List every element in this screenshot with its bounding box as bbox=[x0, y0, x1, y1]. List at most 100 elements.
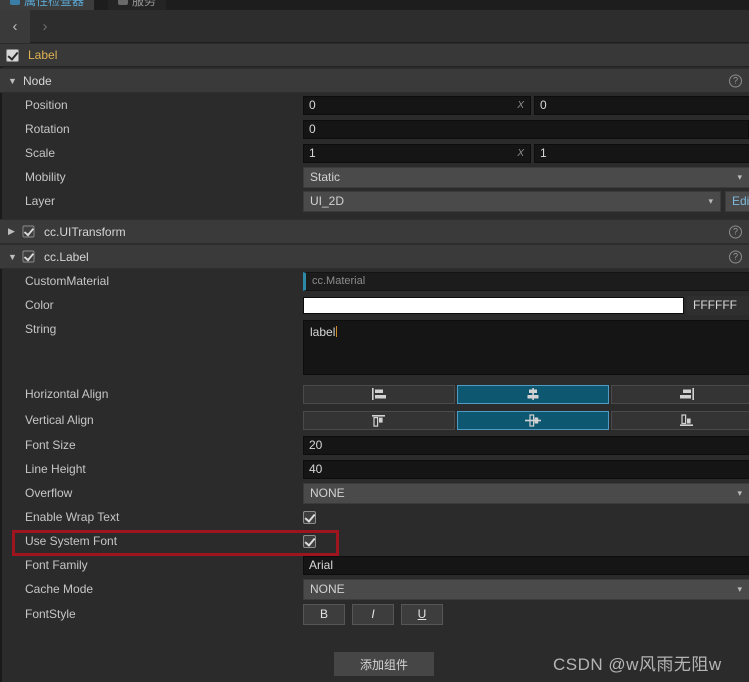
line-height-value: 40 bbox=[309, 462, 323, 476]
property-row-font-size: Font Size 20 bbox=[0, 433, 749, 457]
custom-material-field[interactable]: cc.Material bbox=[303, 271, 749, 291]
section-title-label: cc.Label bbox=[44, 249, 89, 264]
layer-value: UI_2D bbox=[310, 194, 345, 208]
tab-inspector-label: 属性检查器 bbox=[24, 0, 85, 8]
property-row-line-height: Line Height 40 bbox=[0, 457, 749, 481]
rotation-input[interactable]: 0 bbox=[303, 119, 749, 139]
underline-button[interactable]: U bbox=[401, 603, 443, 625]
valign-middle-icon bbox=[525, 413, 541, 427]
align-center-button[interactable] bbox=[457, 384, 609, 404]
nav-back-icon[interactable]: ‹ bbox=[0, 9, 30, 43]
chevron-right-icon: ▶ bbox=[8, 226, 15, 236]
font-family-input[interactable]: Arial bbox=[303, 555, 749, 575]
layer-edit-button[interactable]: Edit bbox=[725, 190, 749, 212]
bold-button[interactable]: B bbox=[303, 603, 345, 625]
property-row-scale: Scale 1 X 1 bbox=[0, 141, 749, 165]
help-icon-uitransform[interactable]: ? bbox=[729, 225, 742, 238]
section-title-node: Node bbox=[23, 73, 52, 88]
use-system-font-checkbox[interactable] bbox=[303, 534, 316, 548]
horizontal-align-group bbox=[303, 384, 749, 404]
position-x-input[interactable]: 0 X bbox=[303, 95, 531, 115]
cache-mode-value: NONE bbox=[310, 582, 345, 596]
scale-x-input[interactable]: 1 X bbox=[303, 143, 531, 163]
chevron-down-icon: ▾ bbox=[708, 195, 713, 206]
help-icon-node[interactable]: ? bbox=[729, 74, 742, 87]
vertical-align-group bbox=[303, 410, 749, 430]
node-name: Label bbox=[28, 48, 58, 62]
uitransform-enabled-checkbox[interactable] bbox=[22, 225, 35, 238]
label-horizontal-align: Horizontal Align bbox=[25, 387, 109, 401]
label-font-size: Font Size bbox=[25, 438, 76, 452]
chevron-down-icon: ▾ bbox=[737, 583, 742, 594]
node-enabled-checkbox[interactable] bbox=[6, 48, 19, 62]
label-cache-mode: Cache Mode bbox=[25, 582, 94, 596]
property-row-enable-wrap-text: Enable Wrap Text bbox=[0, 505, 749, 529]
overflow-value: NONE bbox=[310, 486, 345, 500]
add-component-button[interactable]: 添加组件 bbox=[334, 652, 434, 676]
position-x-axis-label: X bbox=[517, 99, 524, 111]
property-row-font-family: Font Family Arial bbox=[0, 553, 749, 577]
label-font-style: FontStyle bbox=[25, 607, 76, 621]
property-row-vertical-align: Vertical Align bbox=[0, 407, 749, 433]
label-font-family: Font Family bbox=[25, 558, 88, 572]
property-row-custom-material: CustomMaterial cc.Material bbox=[0, 269, 749, 293]
label-rotation: Rotation bbox=[25, 122, 70, 136]
label-mobility: Mobility bbox=[25, 170, 66, 184]
string-textarea[interactable]: label bbox=[303, 320, 749, 375]
section-header-label[interactable]: ▼ cc.Label ? bbox=[0, 244, 749, 269]
tab-inspector[interactable]: 属性检查器 bbox=[0, 0, 95, 10]
enable-wrap-text-checkbox[interactable] bbox=[303, 510, 316, 524]
section-header-node[interactable]: ▼ Node ? bbox=[0, 68, 749, 93]
inspector-icon bbox=[10, 0, 20, 5]
rotation-value: 0 bbox=[309, 122, 316, 136]
label-enable-wrap-text: Enable Wrap Text bbox=[25, 510, 120, 524]
align-right-button[interactable] bbox=[611, 384, 749, 404]
custom-material-value: cc.Material bbox=[312, 275, 366, 287]
label-color: Color bbox=[25, 298, 54, 312]
property-row-position: Position 0 X 0 bbox=[0, 93, 749, 117]
scale-x-axis-label: X bbox=[517, 147, 524, 159]
valign-bottom-icon bbox=[680, 413, 693, 426]
mobility-value: Static bbox=[310, 170, 341, 184]
label-vertical-align: Vertical Align bbox=[25, 413, 94, 427]
property-row-use-system-font: Use System Font bbox=[0, 529, 749, 553]
cache-mode-select[interactable]: NONE ▾ bbox=[303, 578, 749, 600]
section-header-uitransform[interactable]: ▶ cc.UITransform ? bbox=[0, 219, 749, 244]
position-x-value: 0 bbox=[309, 98, 316, 112]
align-left-icon bbox=[372, 388, 386, 400]
scale-y-value: 1 bbox=[540, 146, 547, 160]
property-row-overflow: Overflow NONE ▾ bbox=[0, 481, 749, 505]
tab-services[interactable]: 服务 bbox=[108, 0, 167, 10]
string-value: label bbox=[310, 325, 336, 339]
scale-y-input[interactable]: 1 bbox=[534, 143, 749, 163]
chevron-down-icon: ▾ bbox=[737, 171, 742, 182]
font-size-input[interactable]: 20 bbox=[303, 435, 749, 455]
layer-select[interactable]: UI_2D ▾ bbox=[303, 190, 721, 212]
panel-tab-strip: 属性检查器 服务 bbox=[0, 0, 749, 10]
nav-forward-icon[interactable]: › bbox=[30, 10, 60, 43]
valign-middle-button[interactable] bbox=[457, 410, 609, 430]
mobility-select[interactable]: Static ▾ bbox=[303, 166, 749, 188]
align-left-button[interactable] bbox=[303, 384, 455, 404]
property-row-color: Color FFFFFF bbox=[0, 293, 749, 317]
valign-top-button[interactable] bbox=[303, 410, 455, 430]
align-right-icon bbox=[680, 388, 694, 400]
line-height-input[interactable]: 40 bbox=[303, 459, 749, 479]
node-header-row: Label bbox=[0, 44, 749, 67]
position-y-value: 0 bbox=[540, 98, 547, 112]
italic-button[interactable]: I bbox=[352, 603, 394, 625]
tab-services-label: 服务 bbox=[132, 0, 157, 8]
label-overflow: Overflow bbox=[25, 486, 73, 500]
position-y-input[interactable]: 0 bbox=[534, 95, 749, 115]
font-size-value: 20 bbox=[309, 438, 323, 452]
label-enabled-checkbox[interactable] bbox=[22, 250, 35, 263]
align-center-icon bbox=[527, 388, 539, 400]
valign-bottom-button[interactable] bbox=[611, 410, 749, 430]
color-swatch[interactable] bbox=[303, 296, 684, 314]
overflow-select[interactable]: NONE ▾ bbox=[303, 482, 749, 504]
label-string: String bbox=[25, 322, 57, 336]
color-hex-value[interactable]: FFFFFF bbox=[687, 295, 749, 315]
inspector-navbar: ‹ › bbox=[0, 9, 749, 43]
chevron-down-icon: ▾ bbox=[737, 487, 742, 498]
help-icon-label[interactable]: ? bbox=[729, 250, 742, 263]
